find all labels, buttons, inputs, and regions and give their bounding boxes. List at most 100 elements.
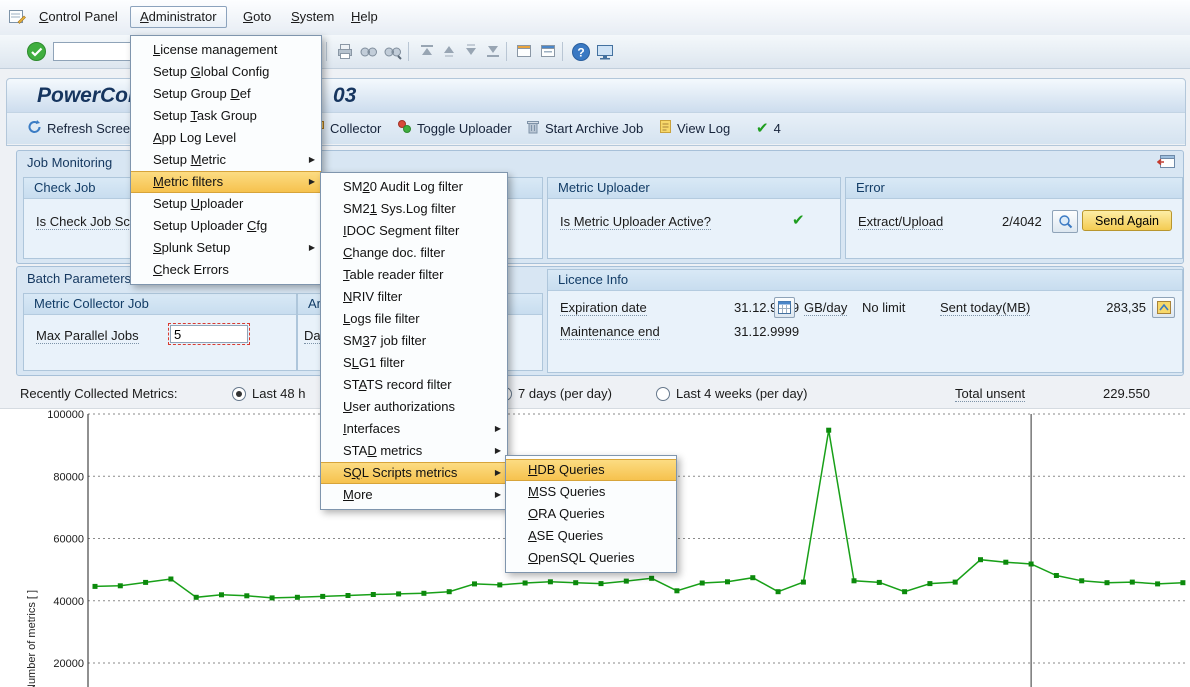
- radio-7-days-per-day[interactable]: 7 days (per day): [498, 385, 612, 401]
- radio-circle[interactable]: [232, 387, 246, 401]
- enter-ok-icon[interactable]: [26, 41, 47, 62]
- menu-item-license-management[interactable]: License management: [131, 39, 321, 61]
- menu-item-setup-task-group[interactable]: Setup Task Group: [131, 105, 321, 127]
- menu-item-change-doc-filter[interactable]: Change doc. filter: [321, 242, 507, 264]
- green-check-icon: ✔: [756, 119, 769, 137]
- error-count-value: 2/4042: [1002, 214, 1042, 229]
- toggle-uploader-label: Toggle Uploader: [417, 121, 512, 136]
- menu-item-table-reader-filter[interactable]: Table reader filter: [321, 264, 507, 286]
- print-icon[interactable]: [334, 41, 355, 62]
- menubar: Control PanelAdministrator GotoSystemHelp: [0, 0, 1190, 36]
- menu-item-opensql-queries[interactable]: OpenSQL Queries: [506, 547, 676, 569]
- sent-today-detail-icon[interactable]: [1152, 297, 1175, 318]
- menu-item-logs-file-filter[interactable]: Logs file filter: [321, 308, 507, 330]
- menu-item-slg1-filter[interactable]: SLG1 filter: [321, 352, 507, 374]
- sap-window: Control PanelAdministrator GotoSystemHelp…: [0, 0, 1190, 687]
- menu-item-ora-queries[interactable]: ORA Queries: [506, 503, 676, 525]
- svg-text:20000: 20000: [53, 658, 84, 670]
- menu-item-sm21-sys-log-filter[interactable]: SM21 Sys.Log filter: [321, 198, 507, 220]
- menu-item-idoc-segment-filter[interactable]: IDOC Segment filter: [321, 220, 507, 242]
- menu-item-splunk-setup[interactable]: Splunk Setup▶: [131, 237, 321, 259]
- menubar-item-control-panel[interactable]: Control Panel: [30, 7, 127, 27]
- menu-item-sm20-audit-log-filter[interactable]: SM20 Audit Log filter: [321, 176, 507, 198]
- menu-item-setup-uploader-cfg[interactable]: Setup Uploader Cfg: [131, 215, 321, 237]
- svg-text:80000: 80000: [53, 471, 84, 483]
- maintenance-end-value: 31.12.9999: [734, 324, 799, 339]
- submenu-arrow-icon: ▶: [309, 237, 315, 259]
- submenu-arrow-icon: ▶: [495, 418, 501, 440]
- submenu-arrow-icon: ▶: [309, 172, 315, 192]
- menu-item-nriv-filter[interactable]: NRIV filter: [321, 286, 507, 308]
- view-log-button[interactable]: View Log: [659, 118, 730, 138]
- find-icon[interactable]: [358, 41, 379, 62]
- error-details-button[interactable]: [1052, 210, 1078, 233]
- create-shortcut-icon[interactable]: [538, 41, 559, 62]
- find-next-icon[interactable]: [382, 41, 403, 62]
- next-page-icon[interactable]: [460, 41, 481, 62]
- menu-item-hdb-queries[interactable]: HDB Queries: [506, 459, 676, 481]
- menu-item-metric-filters[interactable]: Metric filters▶: [131, 171, 321, 193]
- radio-last-4-weeks-per-day[interactable]: Last 4 weeks (per day): [656, 385, 808, 401]
- refresh-icon: [27, 119, 42, 137]
- screen-menu-icon[interactable]: [9, 9, 26, 27]
- radio-circle[interactable]: [656, 387, 670, 401]
- max-parallel-jobs-input[interactable]: [170, 325, 248, 343]
- menu-item-setup-group-def[interactable]: Setup Group Def: [131, 83, 321, 105]
- menu-item-setup-metric[interactable]: Setup Metric▶: [131, 149, 321, 171]
- menu-item-stats-record-filter[interactable]: STATS record filter: [321, 374, 507, 396]
- calendar-icon[interactable]: [774, 297, 795, 318]
- toggle-uploader-button[interactable]: Toggle Uploader: [397, 118, 512, 138]
- menu-item-sql-scripts-metrics[interactable]: SQL Scripts metrics▶: [321, 462, 507, 484]
- menu-item-setup-global-config[interactable]: Setup Global Config: [131, 61, 321, 83]
- page-title-right: 03: [333, 84, 356, 108]
- radio-last-48-h[interactable]: Last 48 h: [232, 385, 306, 401]
- submenu-arrow-icon: ▶: [495, 484, 501, 506]
- menu-item-stad-metrics[interactable]: STAD metrics▶: [321, 440, 507, 462]
- job-monitoring-title: Job Monitoring: [27, 155, 112, 170]
- menubar-item-help[interactable]: Help: [342, 7, 387, 27]
- metric-uploader-status-icon: ✔: [792, 211, 805, 229]
- metric-collector-job-box: Metric Collector Job Max Parallel Jobs: [23, 293, 297, 371]
- metric-uploader-header: Metric Uploader: [548, 178, 840, 199]
- menu-item-ase-queries[interactable]: ASE Queries: [506, 525, 676, 547]
- menubar-item-goto[interactable]: Goto: [234, 7, 280, 27]
- svg-text:40000: 40000: [53, 596, 84, 608]
- gbday-label: GB/day: [804, 300, 847, 316]
- start-archive-job-button[interactable]: Start Archive Job: [526, 118, 643, 138]
- refresh-screen-button[interactable]: Refresh Screen: [27, 118, 137, 138]
- collapse-panel-icon[interactable]: [1157, 155, 1175, 172]
- menubar-item-system[interactable]: System: [282, 7, 343, 27]
- new-session-icon[interactable]: [514, 41, 535, 62]
- previous-page-icon[interactable]: [438, 41, 459, 62]
- menu-item-user-authorizations[interactable]: User authorizations: [321, 396, 507, 418]
- metric-uploader-box: Metric Uploader Is Metric Uploader Activ…: [547, 177, 841, 259]
- error-header: Error: [846, 178, 1182, 199]
- sent-today-label: Sent today(MB): [940, 300, 1030, 316]
- metric-uploader-row-label: Is Metric Uploader Active?: [560, 214, 711, 230]
- metric-collector-job-header: Metric Collector Job: [24, 294, 296, 315]
- toggle-uploader-icon: [397, 119, 412, 137]
- licence-info-header: Licence Info: [548, 270, 1182, 291]
- last-page-icon[interactable]: [482, 41, 503, 62]
- menu-item-more[interactable]: More▶: [321, 484, 507, 506]
- menu-item-setup-uploader[interactable]: Setup Uploader: [131, 193, 321, 215]
- radio-label: Last 48 h: [252, 386, 306, 401]
- batch-parameters-title: Batch Parameters: [27, 271, 131, 286]
- help-icon[interactable]: ?: [570, 41, 591, 62]
- menu-item-mss-queries[interactable]: MSS Queries: [506, 481, 676, 503]
- menu-item-app-log-level[interactable]: App Log Level: [131, 127, 321, 149]
- sent-today-value: 283,35: [1088, 300, 1146, 315]
- view-log-label: View Log: [677, 121, 730, 136]
- check-count-indicator[interactable]: ✔ 4: [756, 118, 781, 138]
- menu-item-sm37-job-filter[interactable]: SM37 job filter: [321, 330, 507, 352]
- menubar-item-administrator[interactable]: Administrator: [130, 6, 227, 28]
- view-log-icon: [659, 119, 672, 137]
- send-again-button[interactable]: Send Again: [1082, 210, 1172, 231]
- menu-item-check-errors[interactable]: Check Errors: [131, 259, 321, 281]
- administrator-menu: License managementSetup Global ConfigSet…: [130, 35, 322, 285]
- submenu-arrow-icon: ▶: [309, 149, 315, 171]
- svg-text:100000: 100000: [47, 409, 84, 421]
- gui-settings-icon[interactable]: [594, 41, 615, 62]
- first-page-icon[interactable]: [416, 41, 437, 62]
- menu-item-interfaces[interactable]: Interfaces▶: [321, 418, 507, 440]
